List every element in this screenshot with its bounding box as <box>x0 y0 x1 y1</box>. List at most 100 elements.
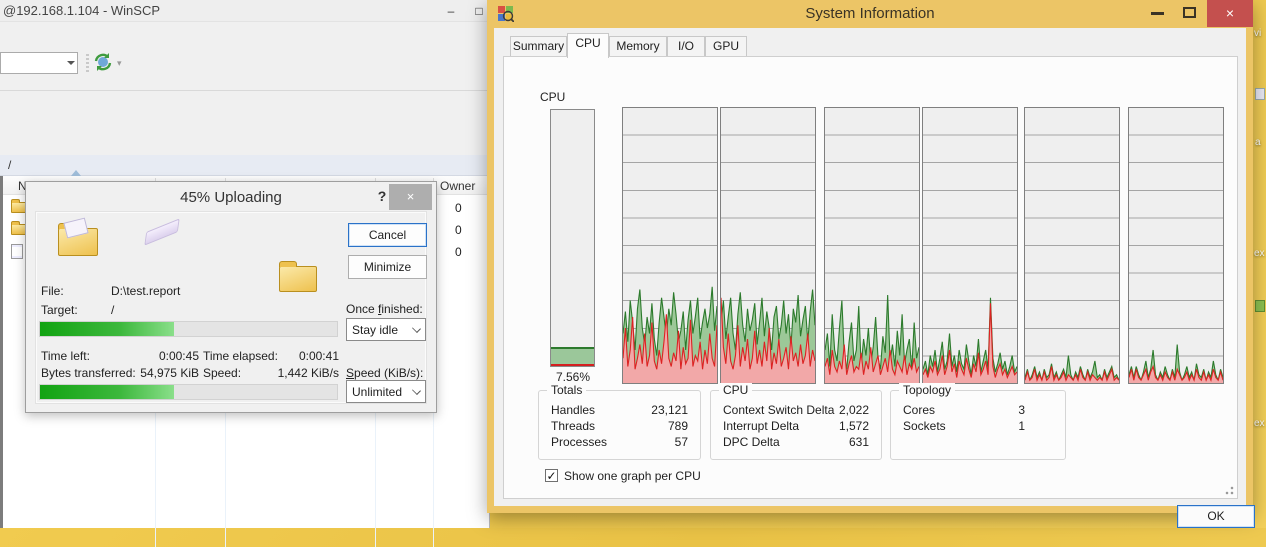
sysinfo-title: System Information <box>487 5 1253 22</box>
topology-title: Topology <box>899 383 955 397</box>
totals-groupbox: Totals Handles23,121 Threads789 Processe… <box>538 390 701 460</box>
context-switch-value: 2,022 <box>839 403 869 417</box>
once-finished-label: Once finished: <box>346 302 423 316</box>
cpu-group-title: CPU <box>719 383 752 397</box>
cores-value: 3 <box>1018 403 1025 417</box>
time-elapsed-value: 0:00:41 <box>266 349 339 363</box>
sync-dropdown-caret[interactable]: ▾ <box>117 58 122 69</box>
close-button[interactable]: × <box>1207 0 1253 27</box>
sysinfo-client-area: Summary CPU Memory I/O GPU CPU 7.56% Tot… <box>494 28 1246 506</box>
bytes-transferred-value: 54,975 KiB <box>121 366 199 380</box>
sync-icon <box>93 52 113 72</box>
totals-title: Totals <box>547 383 586 397</box>
column-header-owner[interactable]: Owner <box>440 179 475 193</box>
cancel-button[interactable]: Cancel <box>348 223 427 247</box>
desktop-edge: vi a ex ex <box>1253 0 1266 528</box>
divider <box>0 90 489 91</box>
owner-cell[interactable]: 0 <box>455 223 462 237</box>
close-icon: × <box>407 189 415 204</box>
maximize-button[interactable] <box>1183 7 1196 18</box>
cpu-graph-1 <box>720 107 816 384</box>
desktop-icon-label: a <box>1255 137 1261 148</box>
close-icon: × <box>1226 5 1234 21</box>
upload-progress-dialog: 45% Uploading ? × Cancel Minimize File: … <box>25 181 437 413</box>
context-switch-label: Context Switch Delta <box>723 403 834 417</box>
handles-label: Handles <box>551 403 595 417</box>
tab-memory[interactable]: Memory <box>609 36 667 57</box>
tab-cpu[interactable]: CPU <box>567 33 609 58</box>
speed-limit-value: Unlimited <box>352 385 402 399</box>
sysinfo-titlebar[interactable]: System Information × <box>487 0 1253 28</box>
processes-label: Processes <box>551 435 607 449</box>
source-folder-icon <box>58 228 98 256</box>
synchronize-button[interactable] <box>93 52 115 74</box>
speed-label: Speed: <box>203 366 241 380</box>
time-left-value: 0:00:45 <box>146 349 199 363</box>
owner-cell[interactable]: 0 <box>455 245 462 259</box>
threads-label: Threads <box>551 419 595 433</box>
once-finished-value: Stay idle <box>352 323 398 337</box>
target-value: / <box>111 303 114 317</box>
processes-value: 57 <box>675 435 688 449</box>
threads-value: 789 <box>668 419 688 433</box>
topology-groupbox: Topology Cores3 Sockets1 <box>890 390 1066 460</box>
file-progress-bar <box>39 321 338 337</box>
total-progress-bar <box>39 384 338 400</box>
close-button[interactable]: × <box>389 184 432 210</box>
desktop-icon-label: vi <box>1254 28 1261 39</box>
interrupt-delta-value: 1,572 <box>839 419 869 433</box>
chevron-down-icon <box>67 61 75 65</box>
speed-limit-select[interactable]: Unlimited <box>346 380 426 403</box>
once-finished-select[interactable]: Stay idle <box>346 318 426 341</box>
cpu-tab-page: CPU 7.56% Totals Handles 23,121 Threads 78… <box>503 56 1238 499</box>
chevron-down-icon <box>412 386 421 395</box>
winscp-title: @192.168.1.104 - WinSCP <box>3 3 160 18</box>
help-button[interactable]: ? <box>374 188 390 204</box>
cpu-graph-5 <box>1128 107 1224 384</box>
dpc-delta-value: 631 <box>849 435 869 449</box>
owner-cell[interactable]: 0 <box>455 201 462 215</box>
file-row-icon[interactable] <box>11 244 23 259</box>
desktop-icon-label: ex <box>1254 248 1265 259</box>
winscp-titlebar[interactable]: @192.168.1.104 - WinSCP – □ <box>0 0 489 22</box>
desktop-icon-label: ex <box>1254 418 1265 429</box>
file-progress-fill <box>40 322 174 336</box>
resize-grip[interactable] <box>1224 485 1234 495</box>
checkbox-checked-icon[interactable]: ✓ <box>545 469 558 482</box>
tab-summary[interactable]: Summary <box>510 36 567 57</box>
toolbar-grip <box>86 54 89 72</box>
cpu-gauge-kernel-line <box>551 364 594 366</box>
file-value: D:\test.report <box>111 284 180 298</box>
dpc-delta-label: DPC Delta <box>723 435 780 449</box>
checkbox-label: Show one graph per CPU <box>564 469 701 483</box>
handles-value: 23,121 <box>651 403 688 417</box>
sockets-value: 1 <box>1018 419 1025 433</box>
cpu-usage-gauge <box>550 109 595 367</box>
file-label: File: <box>41 284 64 298</box>
target-folder-icon <box>279 266 317 292</box>
total-progress-fill <box>40 385 174 399</box>
tab-io[interactable]: I/O <box>667 36 705 57</box>
cpu-groupbox: CPU Context Switch Delta2,022 Interrupt … <box>710 390 882 460</box>
sockets-label: Sockets <box>903 419 946 433</box>
ok-button[interactable]: OK <box>1177 505 1255 528</box>
minimize-button[interactable] <box>1151 12 1164 15</box>
cpu-graph-2 <box>824 107 920 384</box>
desktop-app-icon[interactable] <box>1255 300 1265 312</box>
cpu-graph-3 <box>922 107 1018 384</box>
desktop-file-icon[interactable] <box>1255 88 1265 100</box>
cpu-section-label: CPU <box>540 90 565 104</box>
chevron-down-icon <box>412 324 421 333</box>
tab-gpu[interactable]: GPU <box>705 36 747 57</box>
time-left-label: Time left: <box>41 349 90 363</box>
cpu-graph-4 <box>1024 107 1120 384</box>
minimize-button[interactable]: – <box>438 2 464 20</box>
cores-label: Cores <box>903 403 935 417</box>
cpu-percent-label: 7.56% <box>534 370 612 384</box>
session-combobox[interactable] <box>0 52 78 74</box>
dialog-title: 45% Uploading <box>180 189 282 206</box>
system-information-window: System Information × Summary CPU Memory … <box>487 0 1253 513</box>
minimize-transfer-button[interactable]: Minimize <box>348 255 427 279</box>
current-path: / <box>8 158 11 172</box>
interrupt-delta-label: Interrupt Delta <box>723 419 799 433</box>
